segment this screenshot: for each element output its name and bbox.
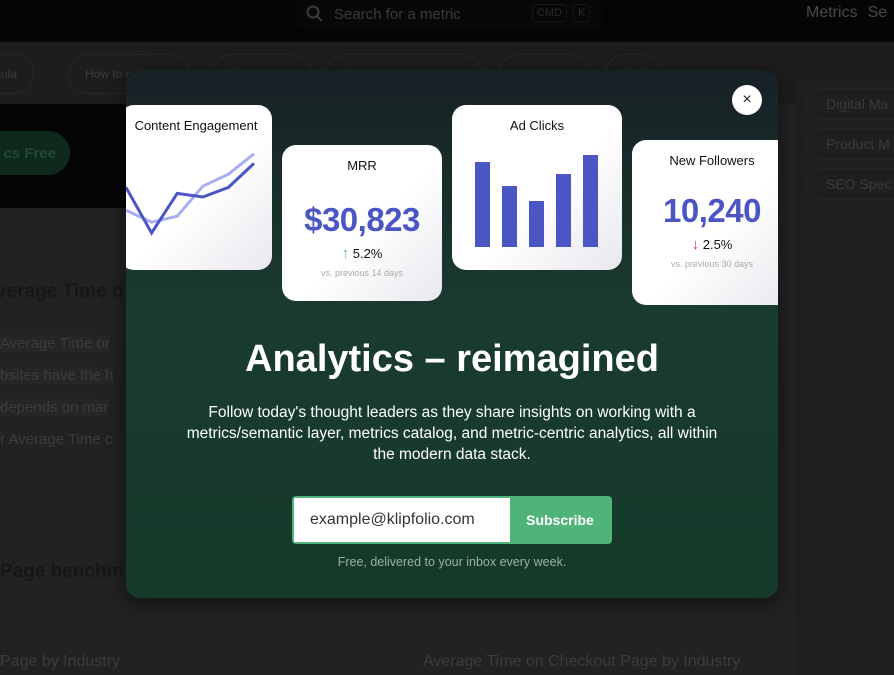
- kbd-cmd: CMD: [532, 4, 568, 22]
- card-title: New Followers: [669, 153, 755, 168]
- chart-caption-left: Page by Industry: [0, 653, 121, 670]
- bar: [529, 201, 544, 247]
- bar: [583, 155, 598, 247]
- kbd-k: K: [573, 4, 591, 22]
- hero-banner: cs Free: [0, 104, 126, 208]
- bar-chart: [475, 155, 598, 247]
- card-title: MRR: [347, 158, 377, 173]
- chart-caption-right: Average Time on Checkout Page by Industr…: [423, 653, 741, 670]
- subscribe-button[interactable]: Subscribe: [510, 498, 610, 542]
- email-input[interactable]: [294, 498, 510, 542]
- sidebar-item[interactable]: SEO Spec: [807, 168, 894, 200]
- followers-value: 10,240: [663, 192, 761, 229]
- bar: [502, 186, 517, 247]
- card-content-engagement: Content Engagement: [126, 105, 272, 270]
- related-sidebar: Digital Ma Product M SEO Spec: [795, 80, 894, 675]
- close-icon: ×: [742, 91, 752, 108]
- bar: [475, 162, 490, 247]
- newsletter-modal: Content Engagement MRR $30,823 ↑ 5.2% vs…: [126, 70, 778, 598]
- body-line: depends on mar: [0, 399, 109, 416]
- modal-description: Follow today's thought leaders as they s…: [186, 404, 718, 463]
- try-free-button[interactable]: cs Free: [0, 131, 70, 175]
- card-mrr: MRR $30,823 ↑ 5.2% vs. previous 14 days: [282, 145, 442, 301]
- search-placeholder: Search for a metric: [334, 5, 461, 23]
- arrow-down-icon: ↓: [691, 236, 700, 253]
- card-title: Ad Clicks: [509, 118, 565, 133]
- sidebar-item[interactable]: Product M: [807, 128, 894, 160]
- bar: [556, 174, 571, 247]
- chip-formula[interactable]: rmula: [0, 54, 35, 94]
- subscribe-form: Subscribe: [292, 496, 612, 544]
- benchmark-heading: Page benchm: [0, 561, 124, 582]
- subscribe-note: Free, delivered to your inbox every week…: [337, 555, 567, 569]
- body-line: Average Time or: [0, 335, 110, 352]
- series-dark-line: [126, 162, 256, 236]
- mrr-value: $30,823: [304, 201, 420, 238]
- nav-metrics[interactable]: Metrics: [806, 4, 858, 22]
- followers-subtitle: vs. previous 30 days: [670, 259, 754, 269]
- followers-change: 2.5%: [702, 237, 733, 252]
- mrr-change: 5.2%: [352, 246, 383, 261]
- series-light-line: [126, 152, 255, 224]
- line-chart: [126, 152, 256, 236]
- nav-second[interactable]: Se: [868, 4, 888, 22]
- section-heading: verage Time o: [0, 281, 124, 302]
- search-icon: [306, 5, 323, 22]
- keyboard-shortcut: CMD K: [532, 4, 591, 22]
- card-new-followers: New Followers 10,240 ↓ 2.5% vs. previous…: [632, 140, 778, 305]
- mrr-subtitle: vs. previous 14 days: [320, 268, 404, 278]
- card-ad-clicks: Ad Clicks: [452, 105, 622, 270]
- body-line: bsites have the h: [0, 367, 114, 384]
- sidebar-item[interactable]: Digital Ma: [807, 88, 894, 120]
- card-title: Content Engagement: [134, 118, 258, 133]
- close-button[interactable]: ×: [732, 85, 762, 115]
- modal-headline: Analytics – reimagined: [245, 338, 659, 380]
- body-line: r Average Time c: [0, 431, 113, 448]
- arrow-up-icon: ↑: [341, 245, 350, 262]
- top-nav: Search for a metric CMD K Metrics Se: [0, 0, 894, 42]
